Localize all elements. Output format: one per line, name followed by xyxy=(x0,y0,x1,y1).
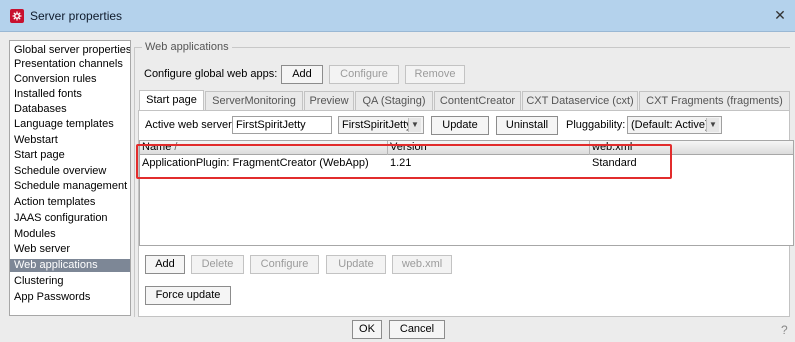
nav-item-databases[interactable]: Databases xyxy=(10,103,130,116)
nav-item-installed-fonts[interactable]: Installed fonts xyxy=(10,88,130,101)
window-title: Server properties xyxy=(30,9,123,23)
column-header-name[interactable]: Name / xyxy=(140,141,388,155)
table-update-button[interactable]: Update xyxy=(326,255,386,274)
app-gear-icon xyxy=(10,9,24,23)
column-header-name-label: Name xyxy=(142,141,172,153)
nav-item-modules[interactable]: Modules xyxy=(10,228,130,241)
table-add-button[interactable]: Add xyxy=(145,255,185,274)
global-add-button[interactable]: Add xyxy=(281,65,323,84)
nav-item-schedule-management[interactable]: Schedule management xyxy=(10,180,130,193)
nav-item-app-passwords[interactable]: App Passwords xyxy=(10,291,130,304)
web-apps-table: Name / Version web.xml ApplicationPlugin… xyxy=(139,140,794,246)
column-header-webxml[interactable]: web.xml xyxy=(590,141,793,155)
cell-webxml: Standard xyxy=(592,157,637,169)
table-webxml-button[interactable]: web.xml xyxy=(392,255,452,274)
tab-contentcreator[interactable]: ContentCreator xyxy=(434,91,521,110)
cancel-button[interactable]: Cancel xyxy=(389,320,445,339)
close-icon[interactable]: ✕ xyxy=(765,0,795,32)
chevron-down-icon: ▼ xyxy=(408,118,421,132)
active-web-server-field[interactable]: FirstSpiritJetty xyxy=(232,116,332,134)
cell-name: ApplicationPlugin: FragmentCreator (WebA… xyxy=(142,157,369,169)
title-bar: Server properties ✕ xyxy=(0,0,795,32)
pluggability-select[interactable]: (Default: Active) ▼ xyxy=(627,116,722,134)
nav-item-jaas-configuration[interactable]: JAAS configuration xyxy=(10,212,130,225)
table-row[interactable]: ApplicationPlugin: FragmentCreator (WebA… xyxy=(140,156,793,170)
active-web-server-label: Active web server: xyxy=(145,119,235,131)
nav-item-start-page[interactable]: Start page xyxy=(10,149,130,162)
nav-item-webstart[interactable]: Webstart xyxy=(10,134,130,147)
sort-indicator-icon: / xyxy=(174,141,178,153)
pluggability-select-value: (Default: Active) xyxy=(631,119,709,131)
tab-preview[interactable]: Preview xyxy=(304,91,354,110)
tab-servermonitoring[interactable]: ServerMonitoring xyxy=(205,91,303,110)
nav-item-global-server-properties[interactable]: Global server properties xyxy=(10,44,130,57)
ok-button[interactable]: OK xyxy=(352,320,382,339)
nav-item-clustering[interactable]: Clustering xyxy=(10,275,130,288)
web-server-select-value: FirstSpiritJetty xyxy=(342,119,412,131)
table-configure-button[interactable]: Configure xyxy=(250,255,319,274)
table-header: Name / Version web.xml xyxy=(140,141,793,155)
server-uninstall-button[interactable]: Uninstall xyxy=(496,116,558,135)
nav-item-conversion-rules[interactable]: Conversion rules xyxy=(10,73,130,86)
pluggability-label: Pluggability: xyxy=(566,119,626,131)
global-configure-button[interactable]: Configure xyxy=(329,65,399,84)
settings-nav-list: Global server properties Presentation ch… xyxy=(9,40,131,316)
server-update-button[interactable]: Update xyxy=(431,116,489,135)
nav-item-language-templates[interactable]: Language templates xyxy=(10,118,130,131)
global-remove-button[interactable]: Remove xyxy=(405,65,465,84)
cell-version: 1.21 xyxy=(390,157,412,169)
nav-item-action-templates[interactable]: Action templates xyxy=(10,196,130,209)
tab-start-page[interactable]: Start page xyxy=(139,90,204,110)
force-update-button[interactable]: Force update xyxy=(145,286,231,305)
configure-global-label: Configure global web apps: xyxy=(144,68,278,80)
tab-qa-staging[interactable]: QA (Staging) xyxy=(355,91,433,110)
nav-item-web-server[interactable]: Web server xyxy=(10,243,130,256)
table-delete-button[interactable]: Delete xyxy=(191,255,244,274)
chevron-down-icon: ▼ xyxy=(706,118,719,132)
nav-item-schedule-overview[interactable]: Schedule overview xyxy=(10,165,130,178)
nav-item-web-applications[interactable]: Web applications xyxy=(10,259,130,272)
web-server-select[interactable]: FirstSpiritJetty ▼ xyxy=(338,116,424,134)
group-title: Web applications xyxy=(142,41,232,53)
tab-cxt-fragments[interactable]: CXT Fragments (fragments) xyxy=(639,91,790,110)
tab-cxt-dataservice[interactable]: CXT Dataservice (cxt) xyxy=(522,91,638,110)
nav-item-presentation-channels[interactable]: Presentation channels xyxy=(10,58,130,71)
help-icon[interactable]: ? xyxy=(781,323,793,337)
column-header-version[interactable]: Version xyxy=(388,141,590,155)
